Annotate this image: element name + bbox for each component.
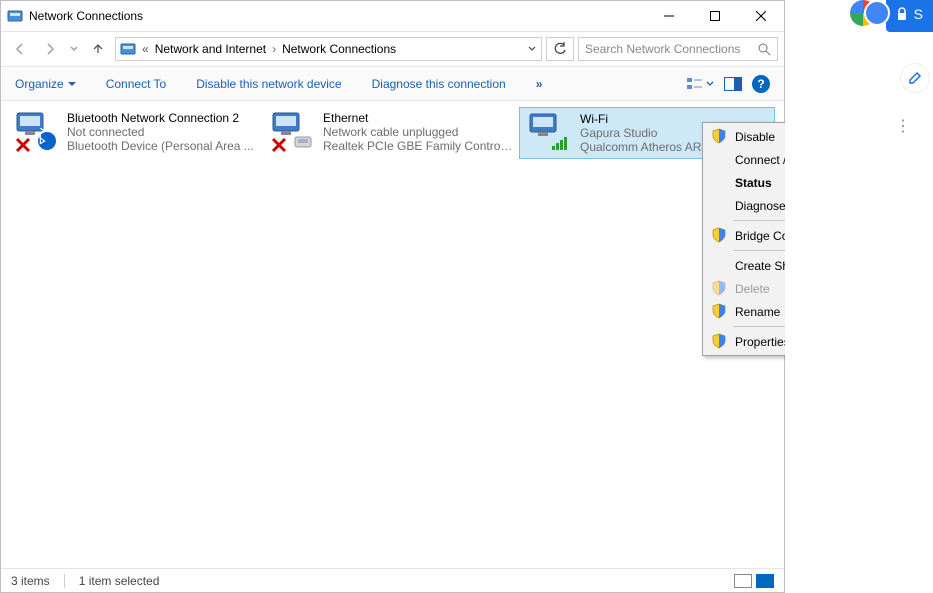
connect-to-button[interactable]: Connect To [106, 77, 167, 91]
shield-icon [711, 280, 727, 296]
connection-name: Wi-Fi [580, 112, 708, 126]
secure-label: S [914, 6, 923, 22]
menu-label: Properties [735, 335, 790, 349]
shield-icon [711, 303, 727, 319]
breadcrumb[interactable]: « Network and Internet › Network Connect… [115, 37, 542, 61]
details-view-button[interactable] [734, 574, 752, 588]
preview-pane-button[interactable] [724, 77, 742, 91]
breadcrumb-trim: « [142, 42, 149, 56]
shield-icon [711, 227, 727, 243]
background-app-strip: S ⋮ [785, 0, 933, 593]
organize-menu[interactable]: Organize [15, 77, 76, 91]
view-options-button[interactable] [686, 76, 714, 92]
breadcrumb-seg-1[interactable]: Network and Internet [155, 42, 266, 56]
refresh-button[interactable] [546, 37, 574, 61]
menu-label: Rename [735, 305, 780, 319]
window-title: Network Connections [29, 9, 143, 23]
window-controls [646, 1, 784, 31]
breadcrumb-seg-2[interactable]: Network Connections [282, 42, 396, 56]
separator [64, 574, 65, 588]
recent-dropdown[interactable] [67, 36, 81, 62]
minimize-button[interactable] [646, 1, 692, 31]
menu-label: Delete [735, 282, 770, 296]
network-icon [526, 112, 572, 154]
location-icon [120, 41, 136, 57]
diagnose-button[interactable]: Diagnose this connection [372, 77, 506, 91]
menu-label: Diagnose [735, 199, 786, 213]
connection-device: Realtek PCIe GBE Family Controller [323, 139, 513, 153]
shield-icon [711, 128, 727, 144]
network-icon [269, 111, 315, 153]
connection-text: Bluetooth Network Connection 2 Not conne… [67, 111, 254, 153]
up-button[interactable] [85, 36, 111, 62]
content-area: Bluetooth Network Connection 2 Not conne… [1, 101, 784, 568]
shield-icon [711, 333, 727, 349]
connection-item-ethernet[interactable]: Ethernet Network cable unplugged Realtek… [263, 107, 519, 157]
more-icon[interactable]: ⋮ [895, 116, 913, 136]
chevron-right-icon: › [272, 42, 276, 56]
connection-status: Not connected [67, 125, 254, 139]
explorer-window: Network Connections « Network and Intern… [0, 0, 785, 593]
connection-item-bluetooth[interactable]: Bluetooth Network Connection 2 Not conne… [7, 107, 263, 157]
secure-button[interactable]: S [886, 0, 933, 32]
search-placeholder: Search Network Connections [585, 42, 758, 56]
search-icon [758, 43, 771, 56]
view-switcher [734, 574, 774, 588]
title-bar: Network Connections [1, 1, 784, 31]
connection-name: Ethernet [323, 111, 513, 125]
lock-icon [896, 7, 908, 21]
disable-device-button[interactable]: Disable this network device [196, 77, 341, 91]
nav-bar: « Network and Internet › Network Connect… [1, 31, 784, 67]
app-icon [7, 8, 23, 24]
connection-device: Bluetooth Device (Personal Area ... [67, 139, 254, 153]
connection-status: Network cable unplugged [323, 125, 513, 139]
menu-label: Disable [735, 130, 775, 144]
large-icons-view-button[interactable] [756, 574, 774, 588]
connection-text: Wi-Fi Gapura Studio Qualcomm Atheros AR9 [580, 112, 708, 154]
network-icon [13, 111, 59, 153]
close-button[interactable] [738, 1, 784, 31]
status-bar: 3 items 1 item selected [1, 568, 784, 592]
selection-count: 1 item selected [79, 574, 160, 588]
back-button[interactable] [7, 36, 33, 62]
connection-status: Gapura Studio [580, 126, 708, 140]
breadcrumb-dropdown-icon[interactable] [527, 44, 537, 54]
overflow-button[interactable]: » [536, 77, 543, 91]
edit-button[interactable] [901, 64, 929, 92]
avatar-group[interactable] [850, 0, 880, 30]
connection-text: Ethernet Network cable unplugged Realtek… [323, 111, 513, 153]
connection-device: Qualcomm Atheros AR9 [580, 140, 708, 154]
avatar-icon [864, 0, 890, 26]
menu-label: Status [735, 176, 772, 190]
item-count: 3 items [11, 574, 50, 588]
forward-button[interactable] [37, 36, 63, 62]
search-input[interactable]: Search Network Connections [578, 37, 778, 61]
connection-name: Bluetooth Network Connection 2 [67, 111, 254, 125]
command-bar: Organize Connect To Disable this network… [1, 67, 784, 101]
help-button[interactable]: ? [752, 75, 770, 93]
maximize-button[interactable] [692, 1, 738, 31]
